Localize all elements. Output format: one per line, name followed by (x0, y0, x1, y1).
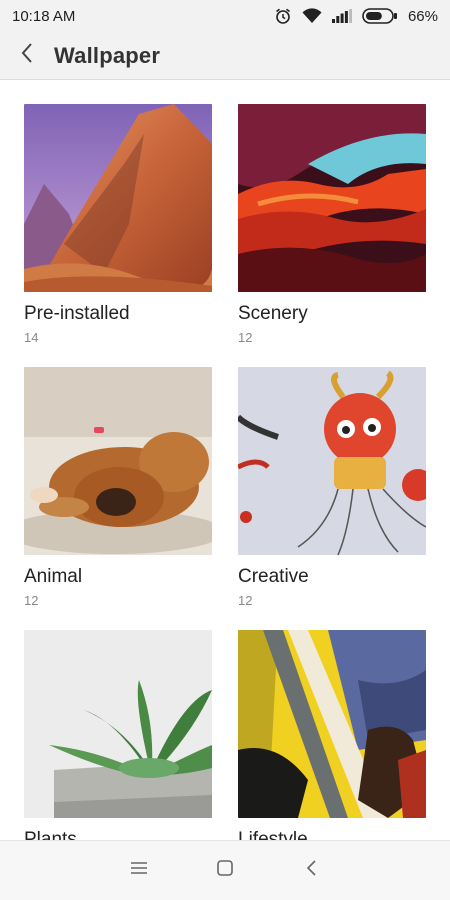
back-button[interactable] (0, 32, 54, 80)
back-icon (305, 859, 317, 882)
category-grid: Pre-installed 14 Scenery 12 Animal 12 Cr… (24, 104, 426, 840)
category-count: 14 (24, 330, 39, 345)
signal-icon (331, 9, 352, 23)
system-nav-bar (0, 840, 450, 900)
category-card-scenery[interactable]: Scenery 12 (238, 104, 426, 346)
home-icon (216, 859, 234, 882)
category-name: Animal (24, 566, 83, 587)
app-header: Wallpaper (0, 32, 450, 80)
category-card-lifestyle[interactable]: Lifestyle (238, 630, 426, 840)
status-icons: 66% (274, 7, 438, 25)
category-thumbnail[interactable] (238, 630, 426, 818)
category-name: Scenery (238, 303, 308, 324)
alarm-icon (274, 7, 292, 25)
category-card-pre-installed[interactable]: Pre-installed 14 (24, 104, 212, 346)
category-list[interactable]: Pre-installed 14 Scenery 12 Animal 12 Cr… (0, 81, 450, 840)
category-thumbnail[interactable] (24, 367, 212, 555)
category-thumbnail[interactable] (238, 367, 426, 555)
category-name: Lifestyle (238, 829, 308, 840)
category-thumbnail[interactable] (24, 630, 212, 818)
nav-back-button[interactable] (299, 859, 323, 883)
category-name: Pre-installed (24, 303, 130, 324)
status-time: 10:18 AM (12, 7, 76, 25)
category-name: Creative (238, 566, 309, 587)
back-arrow-icon (20, 42, 34, 69)
category-card-plants[interactable]: Plants (24, 630, 212, 840)
category-count: 12 (24, 593, 39, 608)
battery-icon (362, 8, 398, 24)
category-card-animal[interactable]: Animal 12 (24, 367, 212, 609)
category-card-creative[interactable]: Creative 12 (238, 367, 426, 609)
menu-icon (130, 861, 148, 880)
nav-home-button[interactable] (213, 859, 237, 883)
category-count: 12 (238, 330, 253, 345)
nav-menu-button[interactable] (127, 859, 151, 883)
battery-percent: 66% (407, 7, 438, 25)
category-count: 12 (238, 593, 253, 608)
wifi-icon (302, 8, 322, 24)
category-name: Plants (24, 829, 77, 840)
category-thumbnail[interactable] (238, 104, 426, 292)
page-title: Wallpaper (54, 42, 161, 68)
category-thumbnail[interactable] (24, 104, 212, 292)
status-bar: 10:18 AM 66% (0, 0, 450, 32)
